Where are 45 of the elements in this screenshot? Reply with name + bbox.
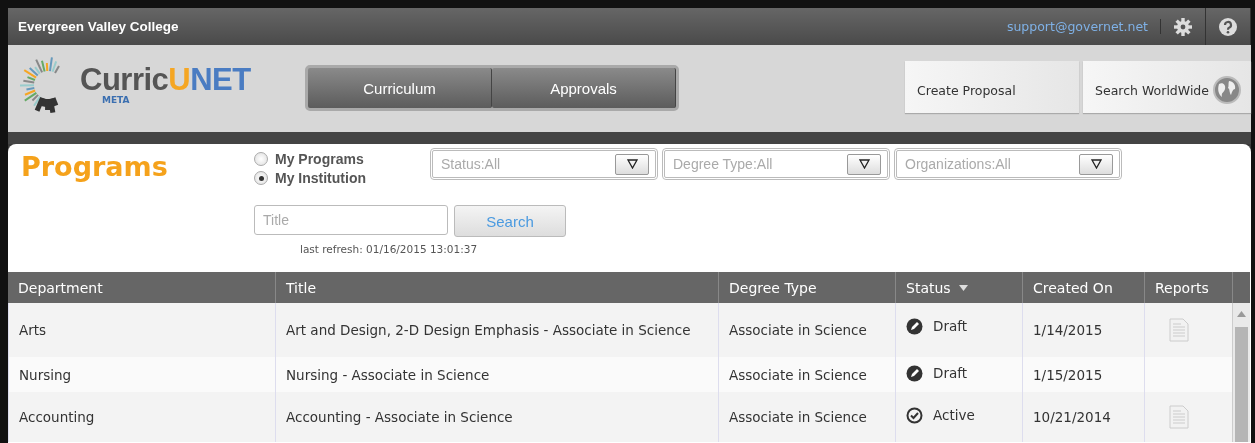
department-cell: Nursing [8, 357, 275, 392]
nav-tab[interactable]: Curriculum [308, 68, 492, 108]
title-cell: Nursing - Associate in Science [275, 357, 718, 392]
title-cell: Art and Design, 2-D Design Emphasis - Associate in Science [275, 303, 718, 357]
scope-radio[interactable]: My Programs [254, 151, 426, 167]
created-on-cell: 1/15/2015 [1022, 357, 1144, 392]
page-title: Programs [21, 151, 169, 184]
degree-type-cell: Associate in Science [718, 357, 895, 392]
department-cell: Accounting [8, 392, 275, 442]
scroll-up-icon[interactable] [1237, 311, 1246, 317]
column-header[interactable]: Department [8, 272, 275, 303]
degree-type-cell: Associate in Science [718, 392, 895, 442]
status-text: Draft [933, 365, 968, 381]
header-corner [1232, 272, 1250, 303]
dropdown-caret-icon [626, 159, 638, 169]
status-text: Draft [933, 318, 968, 334]
column-header[interactable]: Status [895, 272, 1022, 303]
status-text: Active [933, 407, 975, 423]
column-header[interactable]: Created On [1022, 272, 1144, 303]
logo-subtitle: META [102, 94, 131, 105]
dropdown-caret-icon [1090, 159, 1102, 169]
logo-wordmark: CurricUNET [80, 61, 251, 97]
column-header[interactable]: Degree Type [718, 272, 895, 303]
department-cell: Arts [8, 303, 275, 357]
scrollbar[interactable] [1232, 303, 1250, 442]
create-proposal-button[interactable]: Create Proposal [905, 61, 1080, 113]
search-worldwide-button[interactable]: Search WorldWide [1083, 61, 1251, 113]
degree-type-cell: Associate in Science [718, 303, 895, 357]
created-on-cell: 1/14/2015 [1022, 303, 1144, 357]
globe-icon [1213, 76, 1241, 104]
created-on-cell: 10/21/2014 [1022, 392, 1144, 442]
settings-icon[interactable] [1173, 16, 1193, 37]
dropdown-caret-icon [858, 159, 870, 169]
nav-tab[interactable]: Approvals [492, 68, 676, 108]
column-header[interactable]: Reports [1144, 272, 1232, 303]
title-search-field[interactable]: Title [254, 205, 448, 235]
document-icon[interactable] [1169, 318, 1189, 342]
last-refresh-text: last refresh: 01/16/2015 13:01:37 [300, 243, 479, 255]
scope-radio[interactable]: My Institution [254, 170, 426, 186]
help-icon[interactable] [1218, 16, 1238, 37]
title-cell: Accounting - Associate in Science [275, 392, 718, 442]
document-icon[interactable] [1169, 405, 1189, 429]
support-email-link[interactable]: support@governet.net [994, 19, 1161, 34]
institution-name: Evergreen Valley College [18, 19, 180, 34]
column-header[interactable]: Title [275, 272, 718, 303]
